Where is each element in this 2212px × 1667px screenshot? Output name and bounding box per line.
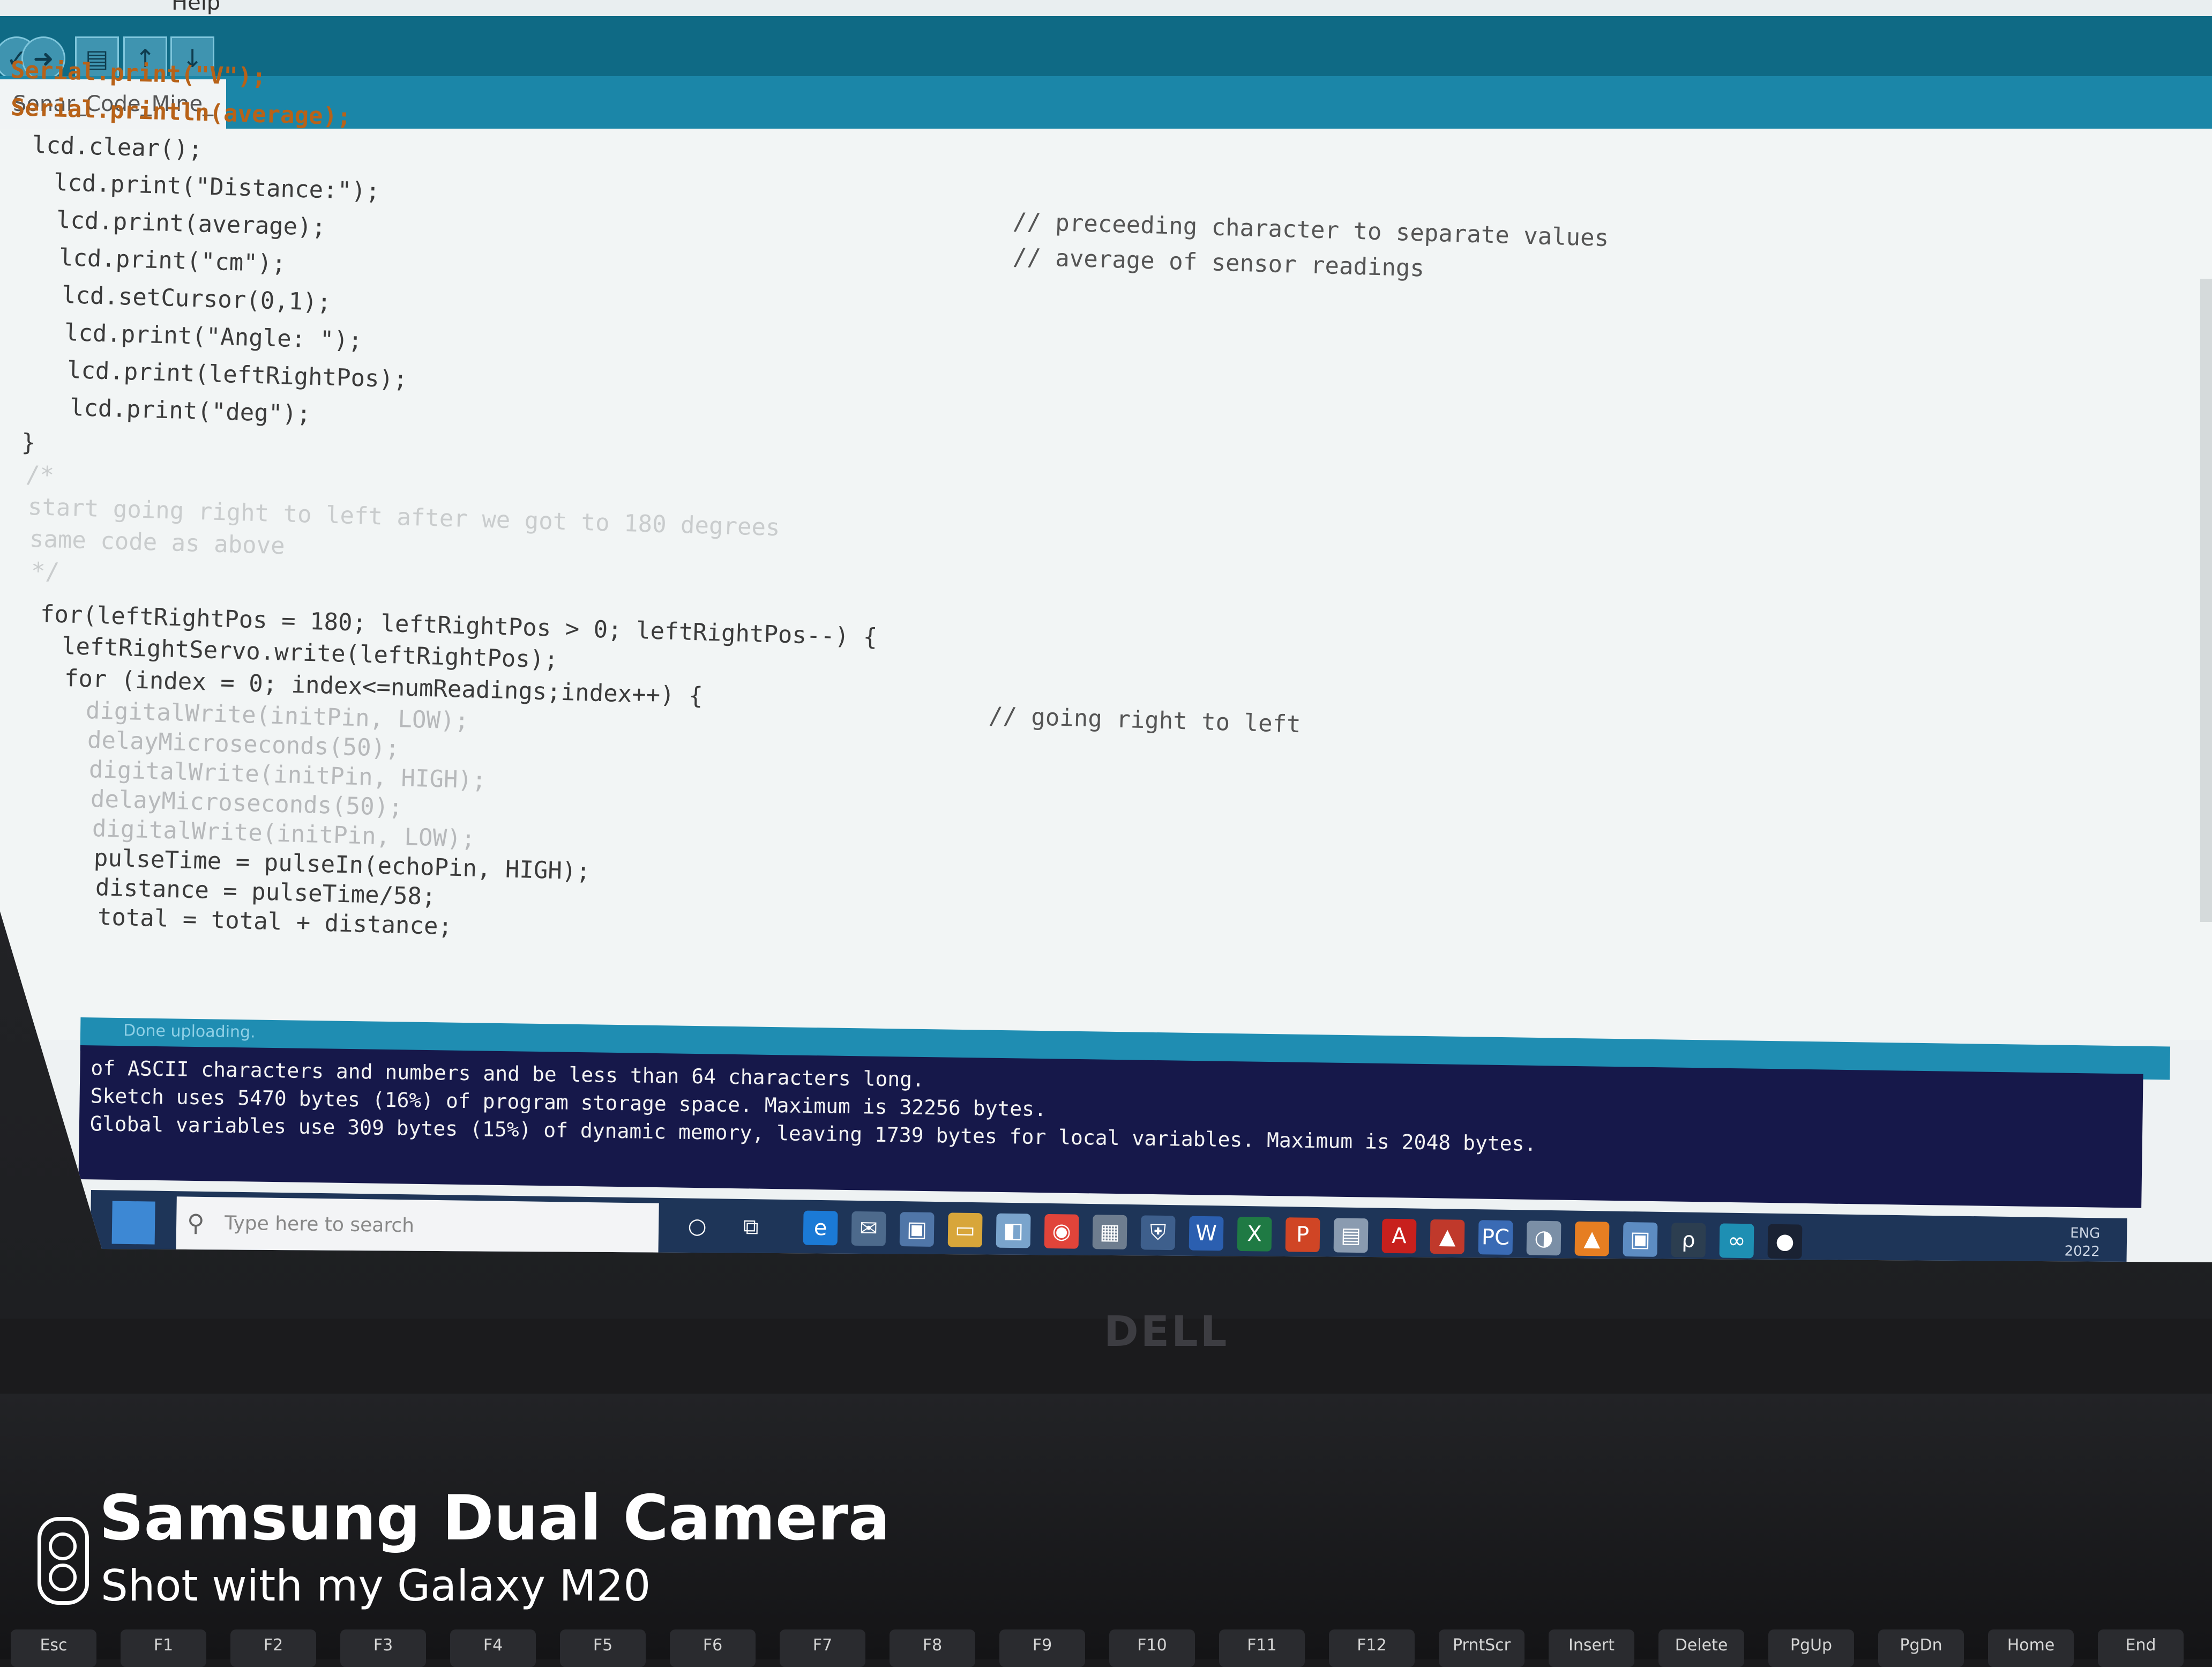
store-icon[interactable]: ▣	[899, 1212, 935, 1247]
ide-toolbar: ✓ ➜ ▤ ↑ ↓	[0, 16, 2212, 80]
app-icon[interactable]: ◧	[996, 1213, 1031, 1248]
start-button[interactable]	[111, 1201, 155, 1245]
lens-icon	[49, 1564, 77, 1591]
code-line: lcd.print("cm");	[58, 244, 287, 278]
task-view-icon[interactable]: ⧉	[734, 1210, 768, 1245]
editor-scrollbar[interactable]	[2200, 279, 2212, 922]
language-indicator[interactable]: ENG	[2070, 1225, 2100, 1242]
code-editor[interactable]: Serial.print("V"); Serial.println(average…	[0, 56, 2212, 1040]
code-line: lcd.print("deg");	[69, 394, 311, 428]
key-f9[interactable]: F9	[999, 1629, 1085, 1667]
excel-icon[interactable]: X	[1237, 1216, 1272, 1252]
key-f5[interactable]: F5	[560, 1629, 646, 1667]
mail-icon[interactable]: ✉	[851, 1211, 886, 1246]
edge-icon[interactable]: e	[803, 1210, 838, 1246]
key-f3[interactable]: F3	[340, 1629, 426, 1667]
arduino-icon[interactable]: ∞	[1719, 1223, 1754, 1259]
app-icon[interactable]: ▲	[1430, 1219, 1465, 1254]
cortana-icon[interactable]: ○	[680, 1209, 715, 1244]
menu-bar: Help	[0, 0, 2212, 16]
lens-icon	[49, 1532, 77, 1560]
menu-help[interactable]: Help	[171, 0, 220, 15]
function-key-row: Esc F1 F2 F3 F4 F5 F6 F7 F8 F9 F10 F11 F12 PrntScr Ins…	[0, 1629, 2212, 1667]
key-f8[interactable]: F8	[890, 1629, 975, 1667]
watermark-title: Samsung Dual Camera	[99, 1482, 891, 1554]
key-f10[interactable]: F10	[1109, 1629, 1195, 1667]
pycharm-icon[interactable]: PC	[1478, 1220, 1513, 1255]
code-comment: // going right to left	[988, 702, 1302, 739]
key-delete[interactable]: Delete	[1658, 1629, 1744, 1667]
key-pgdn[interactable]: PgDn	[1878, 1629, 1964, 1667]
word-icon[interactable]: W	[1189, 1216, 1224, 1251]
folder-icon[interactable]: ▭	[947, 1212, 983, 1248]
code-line: lcd.print(average);	[56, 206, 326, 242]
status-message: Done uploading.	[123, 1021, 256, 1042]
powerpoint-icon[interactable]: P	[1285, 1217, 1320, 1253]
code-comment: // average of sensor readings	[1012, 243, 1425, 282]
python-icon[interactable]: ρ	[1671, 1223, 1706, 1258]
taskbar-search[interactable]: ⚲ Type here to search	[176, 1196, 659, 1257]
key-pgup[interactable]: PgUp	[1768, 1629, 1854, 1667]
code-line: lcd.clear();	[32, 131, 203, 163]
key-home[interactable]: Home	[1988, 1629, 2074, 1667]
camera-icon	[38, 1517, 89, 1605]
key-insert[interactable]: Insert	[1549, 1629, 1634, 1667]
code-line: lcd.print("Distance:");	[53, 169, 380, 206]
console-line: Global variables use 309 bytes (15%) of …	[89, 1112, 1537, 1156]
calculator-icon[interactable]: ▦	[1092, 1215, 1127, 1249]
app-icon[interactable]: ◑	[1526, 1221, 1561, 1256]
code-line: lcd.setCursor(0,1);	[61, 281, 332, 317]
chrome-icon[interactable]: ◉	[1044, 1214, 1079, 1249]
code-line: same code as above	[29, 525, 286, 560]
key-f12[interactable]: F12	[1329, 1629, 1415, 1667]
code-line: }	[21, 429, 36, 457]
acrobat-icon[interactable]: A	[1381, 1218, 1417, 1254]
code-line: */	[31, 557, 60, 586]
key-f1[interactable]: F1	[121, 1629, 206, 1667]
notes-icon[interactable]: ▤	[1333, 1218, 1369, 1253]
key-f2[interactable]: F2	[230, 1629, 316, 1667]
output-console: of ASCII characters and numbers and be l…	[78, 1045, 2143, 1208]
key-f6[interactable]: F6	[670, 1629, 756, 1667]
watermark-subtitle: Shot with my Galaxy M20	[101, 1561, 651, 1611]
clock-time[interactable]: 2022	[2064, 1243, 2100, 1260]
app-icon[interactable]: ●	[1767, 1224, 1803, 1259]
code-line: lcd.print(leftRightPos);	[66, 356, 408, 393]
key-f7[interactable]: F7	[780, 1629, 865, 1667]
laptop-screen: Help ✓ ➜ ▤ ↑ ↓ Sonar_Code_Mine_ Serial.p…	[0, 0, 2212, 1262]
key-prntscr[interactable]: PrntScr	[1439, 1629, 1525, 1667]
search-icon: ⚲	[186, 1209, 205, 1237]
code-line: /*	[25, 461, 55, 489]
search-input[interactable]: Type here to search	[225, 1212, 414, 1237]
key-f4[interactable]: F4	[450, 1629, 536, 1667]
vlc-icon[interactable]: ▲	[1574, 1221, 1610, 1256]
app-icon[interactable]: ▣	[1623, 1222, 1658, 1257]
key-esc[interactable]: Esc	[11, 1629, 96, 1667]
shield-icon[interactable]: ⛨	[1140, 1215, 1176, 1251]
dell-logo: DELL	[1104, 1308, 1229, 1356]
key-end[interactable]: End	[2098, 1629, 2184, 1667]
key-f11[interactable]: F11	[1219, 1629, 1305, 1667]
code-line: lcd.print("Angle: ");	[64, 319, 363, 355]
